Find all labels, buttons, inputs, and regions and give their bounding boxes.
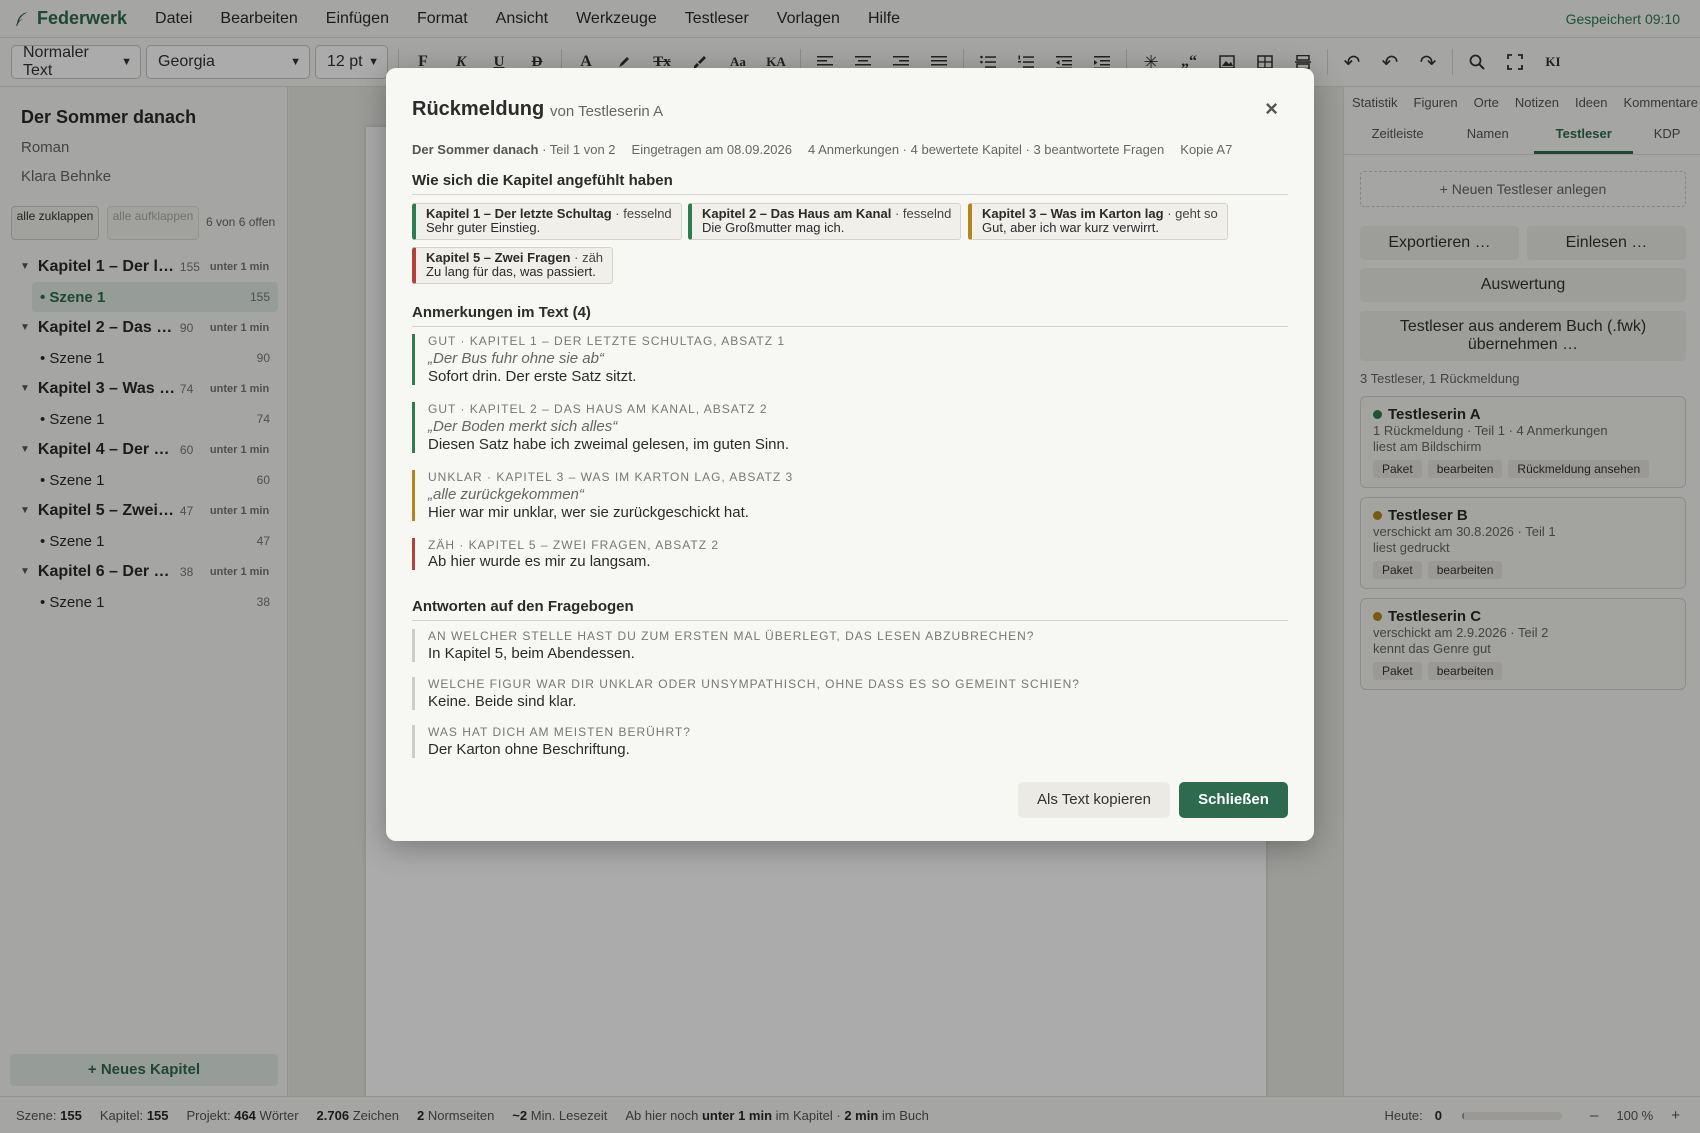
annotation-quote: „Der Bus fuhr ohne sie ab“ (428, 350, 604, 367)
annotation-text: Diesen Satz habe ich zweimal gelesen, im… (428, 436, 790, 453)
section-chapters: Wie sich die Kapitel angefühlt haben (412, 172, 1288, 195)
annotation-quote: „alle zurückgekommen“ (428, 486, 584, 503)
chapter-rating-chip: Kapitel 3 – Was im Karton lag · geht so G… (968, 203, 1228, 240)
chip-text: Zu lang für das, was passiert. (426, 264, 596, 279)
question-text: AN WELCHER STELLE HAST DU ZUM ERSTEN MAL… (428, 629, 1035, 643)
feedback-dialog: Rückmeldung von Testleserin A × Der Somm… (386, 68, 1314, 841)
question-text: WAS HAT DICH AM MEISTEN BERÜHRT? (428, 725, 691, 739)
meta-counts: 4 Anmerkungen · 4 bewertete Kapitel · 3 … (808, 142, 1165, 157)
chip-title: Kapitel 3 – Was im Karton lag (982, 206, 1164, 221)
chip-mood: · zäh (574, 250, 604, 265)
answer-text: Keine. Beide sind klar. (428, 693, 577, 710)
annotation-item: GUT · KAPITEL 1 – DER LETZTE SCHULTAG, A… (412, 334, 1288, 385)
close-icon[interactable]: × (1265, 96, 1278, 122)
annotation-head: UNKLAR · KAPITEL 3 – WAS IM KARTON LAG, … (428, 470, 794, 484)
answer-text: Der Karton ohne Beschriftung. (428, 741, 630, 758)
annotation-item: GUT · KAPITEL 2 – DAS HAUS AM KANAL, ABS… (412, 402, 1288, 453)
chip-mood: · fesselnd (615, 206, 672, 221)
chapter-rating-chip: Kapitel 5 – Zwei Fragen · zäh Zu lang für… (412, 247, 614, 284)
section-notes: Anmerkungen im Text (4) (412, 304, 1288, 327)
chip-title: Kapitel 1 – Der letzte Schultag (426, 206, 612, 221)
question-text: WELCHE FIGUR WAR DIR UNKLAR ODER UNSYMPA… (428, 677, 1080, 691)
chip-text: Gut, aber ich war kurz verwirrt. (982, 220, 1159, 235)
annotation-text: Sofort drin. Der erste Satz sitzt. (428, 368, 637, 385)
annotation-text: Hier war mir unklar, wer sie zurückgesch… (428, 504, 749, 521)
chapter-rating-chip: Kapitel 1 – Der letzte Schultag · fessel… (412, 203, 682, 240)
annotation-head: GUT · KAPITEL 2 – DAS HAUS AM KANAL, ABS… (428, 402, 768, 416)
chip-mood: · geht so (1167, 206, 1218, 221)
chip-title: Kapitel 2 – Das Haus am Kanal (702, 206, 892, 221)
chip-text: Sehr guter Einstieg. (426, 220, 541, 235)
chapter-rating-chip: Kapitel 2 – Das Haus am Kanal · fesselnd… (688, 203, 962, 240)
dialog-subtitle: von Testleserin A (550, 103, 664, 120)
meta-book: Der Sommer danach (412, 142, 539, 157)
chip-mood: · fesselnd (894, 206, 952, 221)
app-window: Federwerk Datei Bearbeiten Einfügen Form… (0, 0, 1700, 1133)
annotation-text: Ab hier wurde es mir zu langsam. (428, 553, 651, 570)
meta-date: Eingetragen am 08.09.2026 (631, 142, 792, 157)
answer-text: In Kapitel 5, beim Abendessen. (428, 645, 635, 662)
answer-item: AN WELCHER STELLE HAST DU ZUM ERSTEN MAL… (412, 629, 1288, 662)
annotation-head: GUT · KAPITEL 1 – DER LETZTE SCHULTAG, A… (428, 334, 786, 348)
answer-item: WELCHE FIGUR WAR DIR UNKLAR ODER UNSYMPA… (412, 677, 1288, 710)
feedback-meta: Der Sommer danach · Teil 1 von 2 Eingetra… (412, 142, 1232, 157)
close-button[interactable]: Schließen (1179, 782, 1288, 818)
annotation-quote: „Der Boden merkt sich alles“ (428, 418, 618, 435)
chip-text: Die Großmutter mag ich. (702, 220, 845, 235)
meta-copy: Kopie A7 (1180, 142, 1233, 157)
dialog-title: Rückmeldung (412, 98, 545, 120)
section-answers: Antworten auf den Fragebogen (412, 598, 1288, 621)
annotation-head: ZÄH · KAPITEL 5 – ZWEI FRAGEN, ABSATZ 2 (428, 538, 720, 552)
annotation-item: UNKLAR · KAPITEL 3 – WAS IM KARTON LAG, … (412, 470, 1288, 521)
answer-item: WAS HAT DICH AM MEISTEN BERÜHRT? Der Kart… (412, 725, 1288, 758)
copy-as-text-button[interactable]: Als Text kopieren (1018, 782, 1170, 818)
meta-part: · Teil 1 von 2 (542, 142, 616, 157)
chip-title: Kapitel 5 – Zwei Fragen (426, 250, 571, 265)
annotation-item: ZÄH · KAPITEL 5 – ZWEI FRAGEN, ABSATZ 2A… (412, 538, 1288, 570)
